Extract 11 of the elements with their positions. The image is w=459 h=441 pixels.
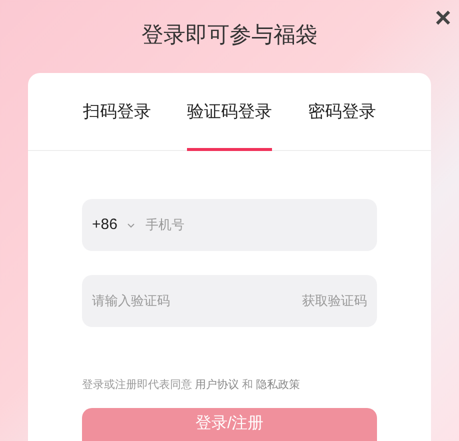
login-tab[interactable]: 扫码登录 [83, 73, 151, 151]
agreement-text: 登录或注册即代表同意 用户协议 和 隐私政策 [82, 378, 302, 393]
agreement-link[interactable]: 隐私政策 [256, 379, 300, 391]
dialog-title: 登录即可参与福袋 [142, 21, 318, 49]
agreement-link[interactable]: 用户协议 [195, 379, 240, 391]
chevron-down-icon [127, 222, 136, 228]
country-code[interactable]: +86 [92, 214, 118, 236]
login-tab[interactable]: 验证码登录 [187, 73, 272, 151]
phone-field[interactable]: +86 手机号 [82, 199, 377, 251]
close-button[interactable]: × [431, 5, 455, 31]
login-tab[interactable]: 密码登录 [308, 73, 376, 151]
